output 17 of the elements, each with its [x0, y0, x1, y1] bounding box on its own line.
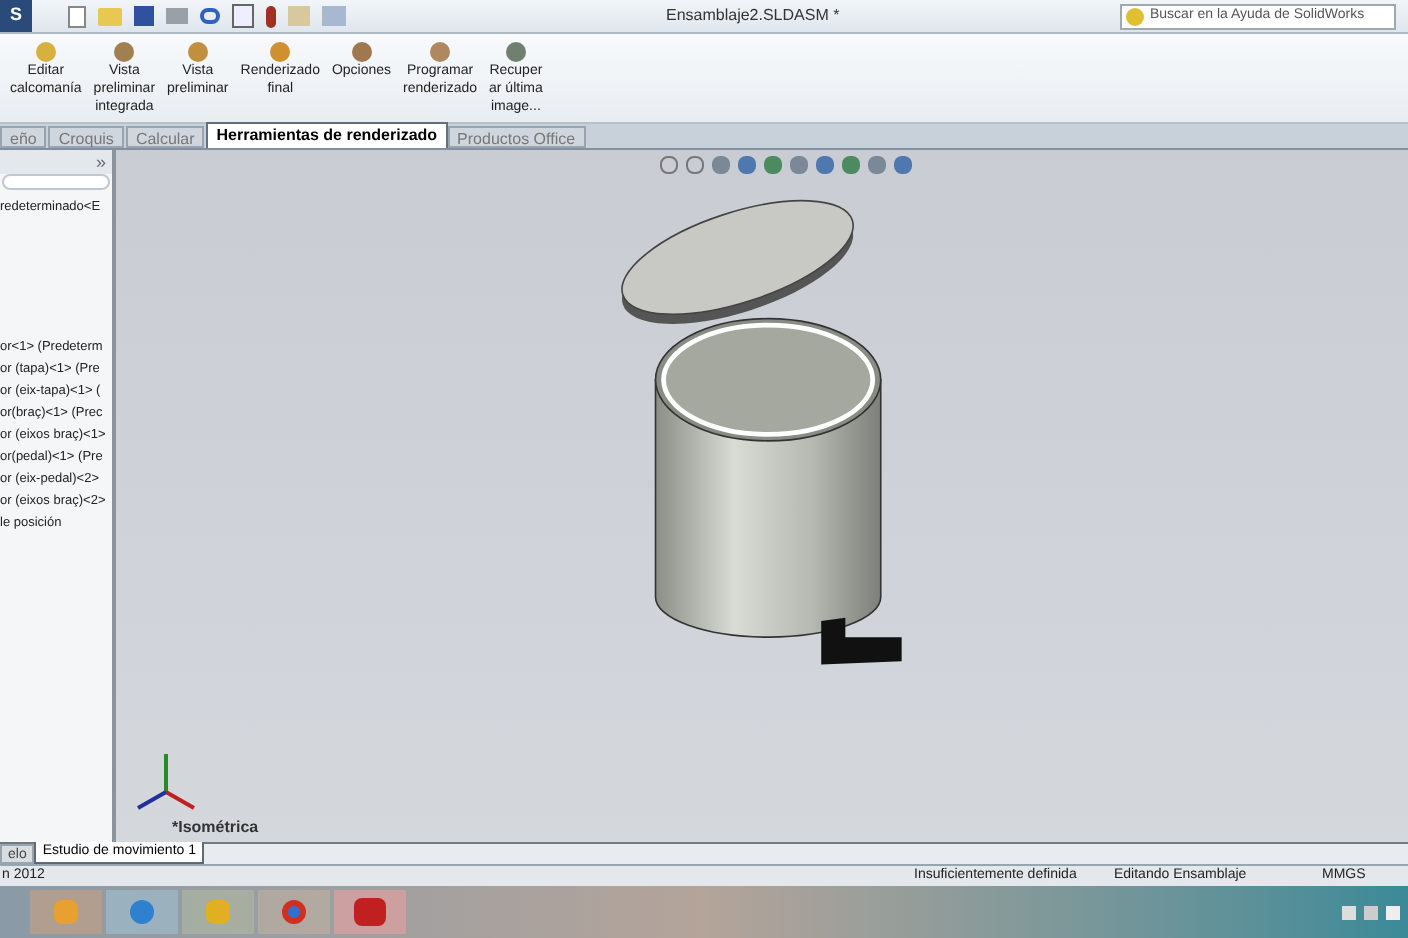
ribbon-icon — [35, 42, 56, 62]
ribbon-icon — [430, 42, 451, 62]
ribbon-icon — [187, 42, 208, 62]
window-title: Ensamblaje2.SLDASM * — [666, 4, 840, 28]
ribbon-icon — [351, 42, 372, 62]
collapse-button[interactable]: » — [95, 153, 106, 171]
ribbon-icon — [505, 42, 526, 62]
taskbar-app-icon[interactable] — [258, 890, 330, 934]
new-document-icon[interactable] — [68, 5, 86, 27]
tree-filter-field[interactable] — [2, 174, 110, 190]
app-menu-button[interactable]: S — [0, 0, 32, 32]
view-label: *Isométrica — [172, 816, 259, 840]
taskbar-app-icon[interactable] — [106, 890, 178, 934]
ribbon-tab[interactable]: Herramientas de renderizado — [206, 122, 448, 148]
ribbon-icon — [270, 42, 291, 62]
ribbon-icon — [114, 42, 135, 62]
taskbar-app-icon[interactable] — [334, 890, 406, 934]
